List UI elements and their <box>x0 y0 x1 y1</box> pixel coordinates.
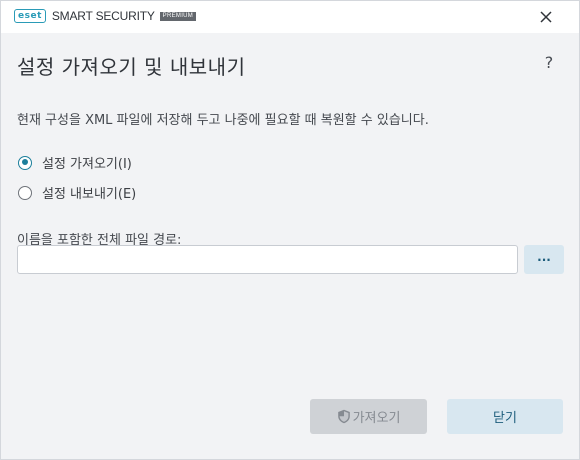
export-settings-option[interactable]: 설정 내보내기(E) <box>18 183 136 202</box>
shield-icon <box>337 409 350 424</box>
close-button[interactable]: 닫기 <box>447 399 563 434</box>
brand-logo: eset <box>14 9 46 23</box>
export-settings-label: 설정 내보내기(E) <box>42 187 137 202</box>
import-settings-label: 설정 가져오기(I) <box>42 157 132 172</box>
file-path-input[interactable] <box>17 245 518 274</box>
close-button-label: 닫기 <box>493 411 517 426</box>
settings-import-export-dialog: eset SMART SECURITY PREMIUM 설정 가져오기 및 내보… <box>0 0 580 460</box>
page-title: 설정 가져오기 및 내보내기 <box>17 55 246 79</box>
title-bar: eset SMART SECURITY PREMIUM <box>1 1 579 33</box>
product-edition-badge: PREMIUM <box>159 11 197 21</box>
import-settings-option[interactable]: 설정 가져오기(I) <box>18 153 132 172</box>
import-button[interactable]: 가져오기 <box>310 399 427 434</box>
export-settings-radio[interactable] <box>18 185 32 200</box>
browse-button[interactable]: ... <box>524 245 564 274</box>
product-logo: eset SMART SECURITY PREMIUM <box>14 9 197 23</box>
description-text: 현재 구성을 XML 파일에 저장해 두고 나중에 필요할 때 복원할 수 있습… <box>17 113 429 128</box>
import-button-label: 가져오기 <box>352 411 401 426</box>
window-close-button[interactable] <box>535 6 557 28</box>
help-button[interactable]: ? <box>541 53 557 73</box>
close-icon <box>540 11 552 23</box>
import-settings-radio[interactable] <box>18 155 32 170</box>
product-name: SMART SECURITY <box>51 9 155 23</box>
